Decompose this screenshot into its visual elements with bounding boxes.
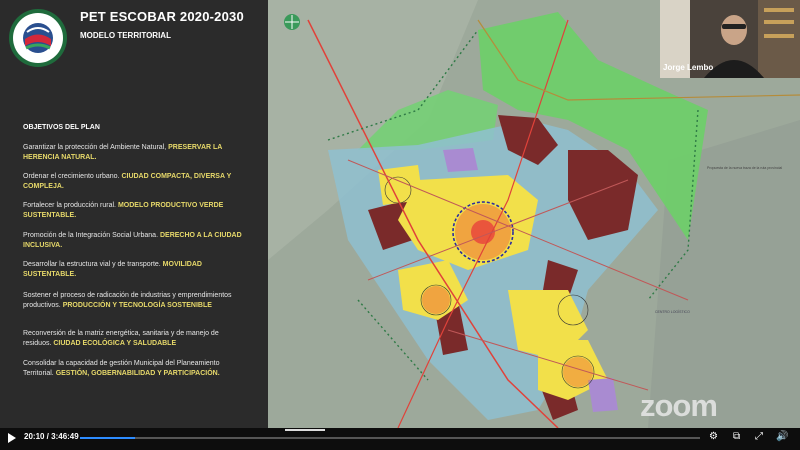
map-annotation: Propuesta de la nueva traza de la ruta p…: [707, 166, 783, 170]
slide-subtitle: MODELO TERRITORIAL: [80, 31, 171, 40]
fullscreen-icon[interactable]: ⤢: [755, 432, 763, 442]
objective-item: Fortalecer la producción rural. MODELO P…: [23, 202, 224, 219]
playback-time: 20:10 / 3:46:49: [24, 432, 79, 441]
objective-item: Sostener el proceso de radicación de ind…: [23, 292, 232, 309]
objective-item: Desarrollar la estructura vial y de tran…: [23, 261, 202, 278]
objectives-panel: PET ESCOBAR 2020-2030 MODELO TERRITORIAL…: [0, 0, 268, 428]
progress-bar[interactable]: [80, 437, 700, 439]
progress-fill: [80, 437, 136, 439]
objectives-heading: OBJETIVOS DEL PLAN: [23, 124, 100, 131]
objective-item: Ordenar el crecimiento urbano. CIUDAD CO…: [23, 173, 232, 190]
zoom-watermark: zoom: [640, 388, 718, 423]
slide-title: PET ESCOBAR 2020-2030: [80, 9, 244, 24]
player-controls-bar: [0, 428, 800, 450]
volume-icon[interactable]: 🔊: [776, 432, 788, 442]
escobar-sostenible-logo: [9, 9, 67, 67]
slide-scrub-indicator: [285, 429, 325, 431]
objective-item: Garantizar la protección del Ambiente Na…: [23, 144, 223, 161]
participant-name: Jorge Lembo: [663, 63, 714, 72]
settings-icon[interactable]: ⚙: [709, 432, 718, 442]
map-annotation: CENTRO LOGÍSTICO: [655, 310, 690, 314]
play-icon[interactable]: [8, 433, 16, 443]
pip-icon[interactable]: ⧉: [733, 432, 740, 442]
objective-item: Consolidar la capacidad de gestión Munic…: [23, 360, 220, 377]
objective-item: Reconversión de la matriz energética, sa…: [23, 330, 219, 347]
objective-item: Promoción de la Integración Social Urban…: [23, 232, 242, 249]
